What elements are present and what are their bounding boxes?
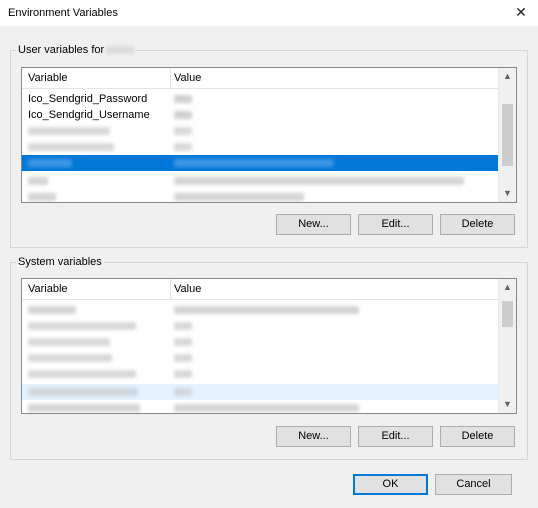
system-list-scrollbar[interactable]: ▲ ▼ bbox=[498, 279, 516, 413]
redacted-username bbox=[106, 46, 135, 55]
header-value[interactable]: Value bbox=[174, 283, 201, 295]
chevron-up-icon[interactable]: ▲ bbox=[499, 68, 516, 85]
header-variable[interactable]: Variable bbox=[28, 72, 68, 84]
redacted-value bbox=[174, 322, 192, 330]
cancel-button[interactable]: Cancel bbox=[435, 474, 512, 495]
table-row[interactable] bbox=[22, 302, 499, 318]
system-new-button[interactable]: New... bbox=[276, 426, 351, 447]
user-variables-list[interactable]: Variable Value Ico_Sendgrid_Password Ico… bbox=[21, 67, 517, 203]
redacted-value bbox=[174, 338, 192, 346]
user-variables-label: User variables for bbox=[16, 44, 137, 56]
redacted-variable bbox=[28, 306, 76, 314]
user-delete-button[interactable]: Delete bbox=[440, 214, 515, 235]
user-new-button[interactable]: New... bbox=[276, 214, 351, 235]
table-row[interactable] bbox=[22, 123, 499, 139]
scroll-thumb[interactable] bbox=[502, 301, 513, 327]
redacted-value bbox=[174, 354, 192, 362]
table-row-hover[interactable] bbox=[22, 384, 499, 400]
redacted-variable bbox=[28, 370, 136, 378]
chevron-up-icon[interactable]: ▲ bbox=[499, 279, 516, 296]
window-title: Environment Variables bbox=[8, 7, 118, 19]
redacted-value bbox=[174, 306, 359, 314]
system-delete-button[interactable]: Delete bbox=[440, 426, 515, 447]
redacted-value bbox=[174, 177, 464, 185]
close-icon[interactable]: ✕ bbox=[510, 2, 532, 22]
table-row[interactable] bbox=[22, 189, 499, 202]
redacted-value bbox=[174, 370, 192, 378]
redacted-variable bbox=[28, 127, 110, 135]
variable-name: Ico_Sendgrid_Username bbox=[28, 109, 150, 121]
table-row[interactable] bbox=[22, 334, 499, 350]
header-value[interactable]: Value bbox=[174, 72, 201, 84]
redacted-variable bbox=[28, 338, 110, 346]
redacted-variable bbox=[28, 159, 72, 167]
column-divider[interactable] bbox=[170, 68, 171, 88]
table-row[interactable] bbox=[22, 400, 499, 413]
redacted-variable bbox=[28, 143, 114, 151]
title-bar: Environment Variables ✕ bbox=[0, 0, 538, 26]
ok-button[interactable]: OK bbox=[353, 474, 428, 495]
user-edit-button[interactable]: Edit... bbox=[358, 214, 433, 235]
variable-name: Ico_Sendgrid_Password bbox=[28, 93, 148, 105]
redacted-value bbox=[174, 143, 192, 151]
redacted-value bbox=[174, 159, 334, 167]
redacted-value bbox=[174, 404, 359, 412]
system-variables-list[interactable]: Variable Value ▲ ▼ bbox=[21, 278, 517, 414]
user-list-scrollbar[interactable]: ▲ ▼ bbox=[498, 68, 516, 202]
redacted-variable bbox=[28, 177, 48, 185]
table-row[interactable]: Ico_Sendgrid_Username bbox=[22, 107, 499, 123]
redacted-value bbox=[174, 388, 192, 396]
redacted-variable bbox=[28, 404, 140, 412]
redacted-value bbox=[174, 95, 192, 103]
redacted-variable bbox=[28, 354, 112, 362]
system-variables-label: System variables bbox=[16, 256, 104, 268]
system-edit-button[interactable]: Edit... bbox=[358, 426, 433, 447]
chevron-down-icon[interactable]: ▼ bbox=[499, 185, 516, 202]
table-row[interactable] bbox=[22, 318, 499, 334]
redacted-variable bbox=[28, 193, 56, 201]
redacted-value bbox=[174, 193, 304, 201]
scroll-thumb[interactable] bbox=[502, 104, 513, 166]
redacted-value bbox=[174, 111, 192, 119]
system-list-header: Variable Value bbox=[22, 279, 499, 300]
header-variable[interactable]: Variable bbox=[28, 283, 68, 295]
redacted-variable bbox=[28, 388, 138, 396]
table-row[interactable]: Ico_Sendgrid_Password bbox=[22, 91, 499, 107]
user-list-header: Variable Value bbox=[22, 68, 499, 89]
table-row[interactable] bbox=[22, 173, 499, 189]
table-row[interactable] bbox=[22, 366, 499, 382]
table-row-selected[interactable] bbox=[22, 155, 499, 171]
redacted-variable bbox=[28, 322, 136, 330]
redacted-value bbox=[174, 127, 192, 135]
table-row[interactable] bbox=[22, 350, 499, 366]
table-row[interactable] bbox=[22, 139, 499, 155]
chevron-down-icon[interactable]: ▼ bbox=[499, 396, 516, 413]
column-divider[interactable] bbox=[170, 279, 171, 299]
